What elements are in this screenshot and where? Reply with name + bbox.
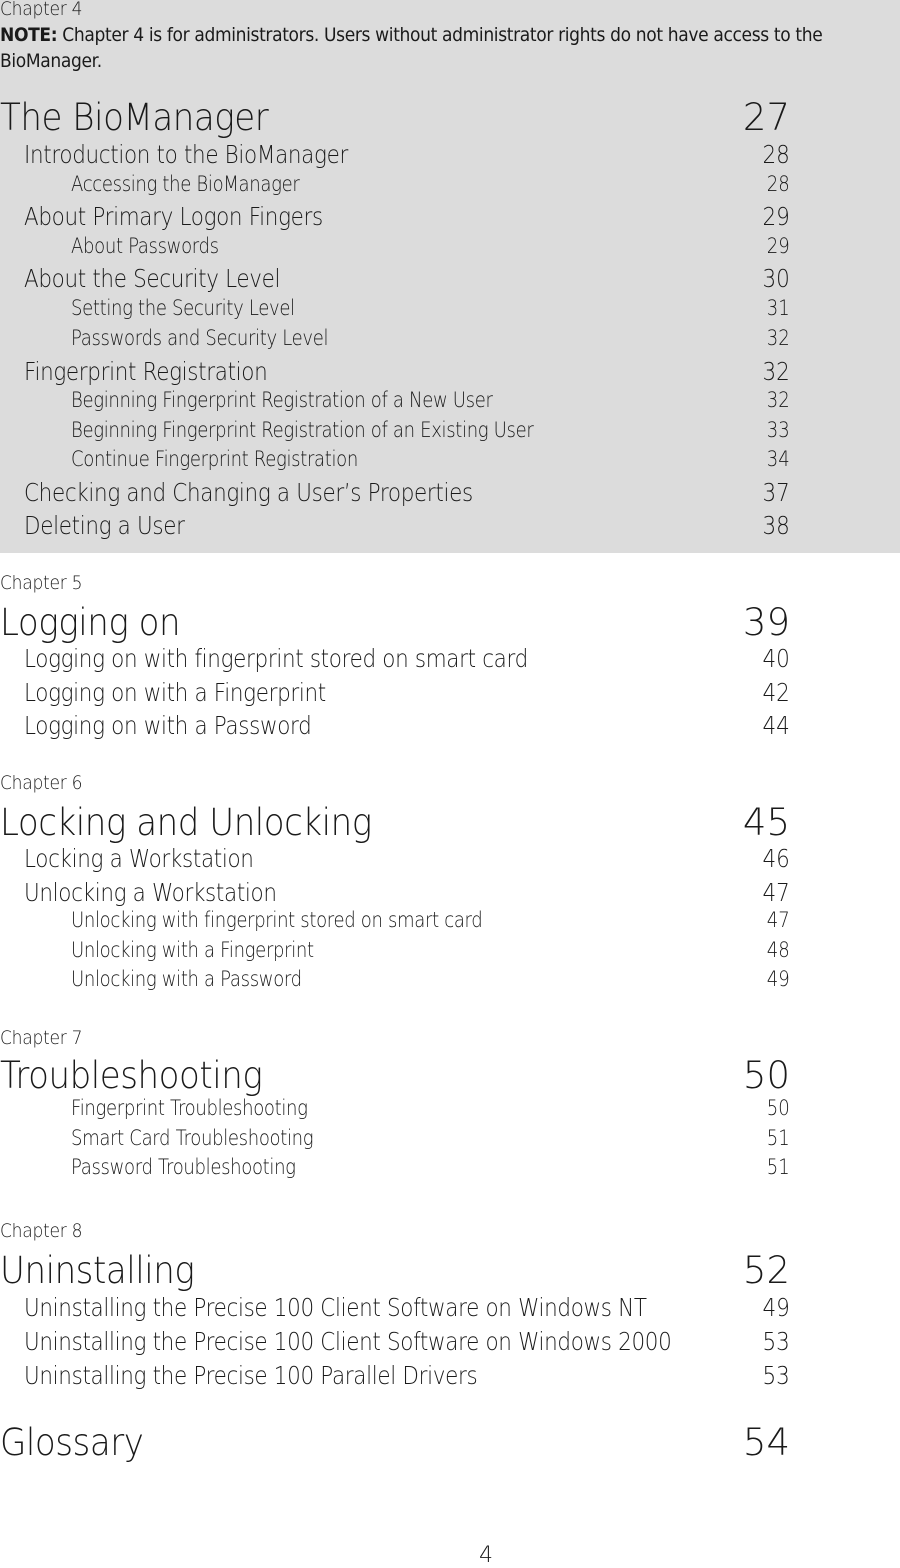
- chapter-page-number: 27: [742, 96, 790, 139]
- toc-entry-page: 32: [767, 326, 790, 350]
- admin-note: NOTE: Chapter 4 is for administrators. U…: [0, 22, 900, 74]
- chapter-page-number: 39: [742, 601, 790, 644]
- toc-entry-title[interactable]: Introduction to the BioManager: [24, 140, 348, 169]
- note-text: Chapter 4 is for administrators. Users w…: [0, 24, 823, 72]
- toc-entry-title[interactable]: Uninstalling the Precise 100 Client Soft…: [24, 1327, 672, 1356]
- toc-entry-title[interactable]: Password Troubleshooting: [71, 1155, 296, 1179]
- toc-page: Chapter 4 NOTE: Chapter 4 is for adminis…: [0, 0, 900, 1568]
- toc-entry-page: 37: [762, 478, 790, 507]
- toc-entry-page: 29: [767, 234, 790, 258]
- toc-entry-page: 51: [767, 1126, 790, 1150]
- toc-entry-page: 34: [767, 447, 790, 471]
- chapter-page-number: 45: [742, 801, 790, 844]
- toc-entry-page: 33: [767, 418, 790, 442]
- toc-entry-title[interactable]: About the Security Level: [24, 264, 280, 293]
- toc-entry-title[interactable]: Unlocking a Workstation: [24, 878, 277, 907]
- chapter-title[interactable]: The BioManager: [0, 96, 269, 139]
- toc-entry-page: 29: [762, 202, 790, 231]
- chapter-title[interactable]: Logging on: [0, 601, 181, 644]
- toc-entry-title[interactable]: Logging on with a Fingerprint: [24, 678, 326, 707]
- toc-entry-title[interactable]: Setting the Security Level: [71, 296, 295, 320]
- page-number: 4: [479, 1543, 493, 1568]
- chapter-title[interactable]: Locking and Unlocking: [0, 801, 372, 844]
- toc-entry-page: 42: [762, 678, 790, 707]
- toc-entry-page: 28: [762, 140, 790, 169]
- toc-entry-title[interactable]: Beginning Fingerprint Registration of a …: [71, 388, 493, 412]
- toc-entry-page: 48: [767, 938, 790, 962]
- chapter-title[interactable]: Troubleshooting: [0, 1054, 263, 1097]
- chapter-label: Chapter 4: [0, 0, 83, 20]
- toc-entry-page: 38: [762, 511, 790, 540]
- toc-entry-page: 28: [767, 172, 790, 196]
- toc-entry-title[interactable]: Unlocking with a Password: [71, 967, 302, 991]
- note-label: NOTE:: [0, 24, 58, 46]
- toc-entry-title[interactable]: Accessing the BioManager: [71, 172, 300, 196]
- toc-entry-page: 50: [767, 1096, 790, 1120]
- toc-entry-title[interactable]: Logging on with a Password: [24, 711, 312, 740]
- toc-entry-page: 30: [762, 264, 790, 293]
- toc-entry-page: 47: [762, 878, 790, 907]
- chapter-label: Chapter 8: [0, 1220, 83, 1242]
- toc-entry-title[interactable]: Logging on with fingerprint stored on sm…: [24, 644, 528, 673]
- toc-entry-page: 49: [762, 1293, 790, 1322]
- toc-entry-title[interactable]: Fingerprint Troubleshooting: [71, 1096, 308, 1120]
- chapter-title[interactable]: Uninstalling: [0, 1249, 195, 1292]
- toc-entry-title[interactable]: Unlocking with fingerprint stored on sma…: [71, 908, 483, 932]
- toc-entry-title[interactable]: Beginning Fingerprint Registration of an…: [71, 418, 534, 442]
- glossary-title[interactable]: Glossary: [0, 1421, 144, 1464]
- toc-entry-page: 46: [762, 844, 790, 873]
- toc-entry-page: 40: [762, 644, 790, 673]
- toc-entry-page: 51: [767, 1155, 790, 1179]
- toc-entry-title[interactable]: Uninstalling the Precise 100 Parallel Dr…: [24, 1361, 478, 1390]
- toc-entry-title[interactable]: Checking and Changing a User’s Propertie…: [24, 478, 473, 507]
- toc-entry-title[interactable]: Deleting a User: [24, 511, 185, 540]
- chapter-label: Chapter 7: [0, 1027, 83, 1049]
- toc-entry-page: 32: [767, 388, 790, 412]
- glossary-page-number: 54: [742, 1421, 790, 1464]
- toc-entry-title[interactable]: Passwords and Security Level: [71, 326, 329, 350]
- toc-entry-title[interactable]: Smart Card Troubleshooting: [71, 1126, 314, 1150]
- toc-entry-title[interactable]: Fingerprint Registration: [24, 357, 268, 386]
- toc-entry-page: 53: [762, 1327, 790, 1356]
- chapter-page-number: 50: [742, 1054, 790, 1097]
- toc-entry-page: 49: [767, 967, 790, 991]
- chapter-label: Chapter 6: [0, 772, 83, 794]
- toc-entry-title[interactable]: Unlocking with a Fingerprint: [71, 938, 314, 962]
- toc-entry-title[interactable]: Locking a Workstation: [24, 844, 254, 873]
- toc-entry-page: 53: [762, 1361, 790, 1390]
- toc-entry-page: 32: [762, 357, 790, 386]
- toc-entry-title[interactable]: About Passwords: [71, 234, 219, 258]
- toc-entry-title[interactable]: About Primary Logon Fingers: [24, 202, 323, 231]
- toc-entry-title[interactable]: Uninstalling the Precise 100 Client Soft…: [24, 1293, 647, 1322]
- toc-entry-title[interactable]: Continue Fingerprint Registration: [71, 447, 358, 471]
- toc-entry-page: 44: [762, 711, 790, 740]
- chapter-label: Chapter 5: [0, 572, 83, 594]
- toc-entry-page: 47: [767, 908, 790, 932]
- toc-entry-page: 31: [767, 296, 790, 320]
- chapter-page-number: 52: [742, 1249, 790, 1292]
